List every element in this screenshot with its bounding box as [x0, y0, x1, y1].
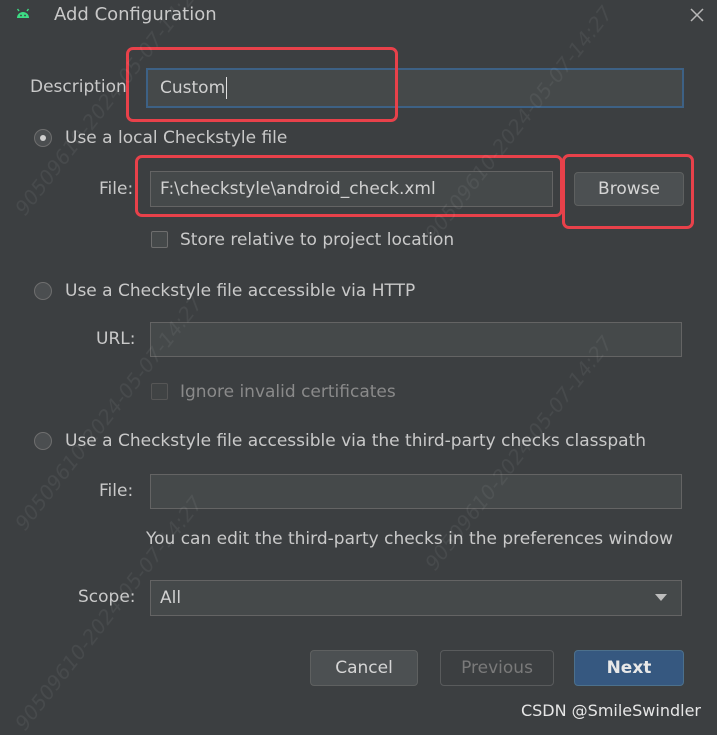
browse-button[interactable]: Browse — [574, 172, 684, 206]
ignore-invalid-label: Ignore invalid certificates — [180, 382, 396, 402]
radio-classpath[interactable] — [34, 432, 52, 450]
radio-local-file-label: Use a local Checkstyle file — [65, 128, 288, 148]
url-input[interactable] — [150, 322, 682, 357]
local-file-input[interactable]: F:\checkstyle\android_check.xml — [150, 171, 553, 207]
ignore-invalid-checkbox[interactable] — [151, 383, 168, 400]
store-relative-label: Store relative to project location — [180, 230, 455, 250]
radio-classpath-label: Use a Checkstyle file accessible via the… — [65, 431, 647, 451]
classpath-file-label: File: — [99, 481, 134, 501]
scope-select[interactable]: All — [150, 580, 682, 616]
android-icon — [16, 8, 30, 18]
local-file-value: F:\checkstyle\android_check.xml — [160, 179, 436, 199]
source-credit: CSDN @SmileSwindler — [520, 701, 701, 720]
watermark-text: 90509610-2024-05-07-14:27 — [420, 1, 618, 245]
title-bar: Add Configuration — [0, 0, 717, 32]
dialog-title: Add Configuration — [54, 4, 217, 25]
url-label: URL: — [96, 329, 136, 349]
description-label: Description — [30, 77, 127, 97]
radio-http-label: Use a Checkstyle file accessible via HTT… — [65, 281, 416, 301]
description-value: Custom — [160, 78, 226, 98]
radio-http[interactable] — [34, 282, 52, 300]
chevron-down-icon — [655, 594, 667, 601]
description-input[interactable]: Custom — [146, 68, 684, 108]
scope-label: Scope: — [78, 587, 136, 607]
radio-selected-dot — [40, 135, 46, 141]
classpath-file-input[interactable] — [150, 474, 682, 509]
cancel-button[interactable]: Cancel — [310, 650, 418, 686]
text-cursor — [226, 77, 228, 99]
store-relative-checkbox[interactable] — [151, 231, 168, 248]
radio-local-file[interactable] — [34, 129, 52, 147]
next-button[interactable]: Next — [574, 650, 684, 686]
local-file-label: File: — [99, 179, 134, 199]
classpath-hint: You can edit the third-party checks in t… — [146, 529, 674, 549]
previous-button[interactable]: Previous — [440, 650, 554, 686]
close-icon[interactable] — [686, 4, 708, 26]
scope-value: All — [160, 588, 182, 608]
